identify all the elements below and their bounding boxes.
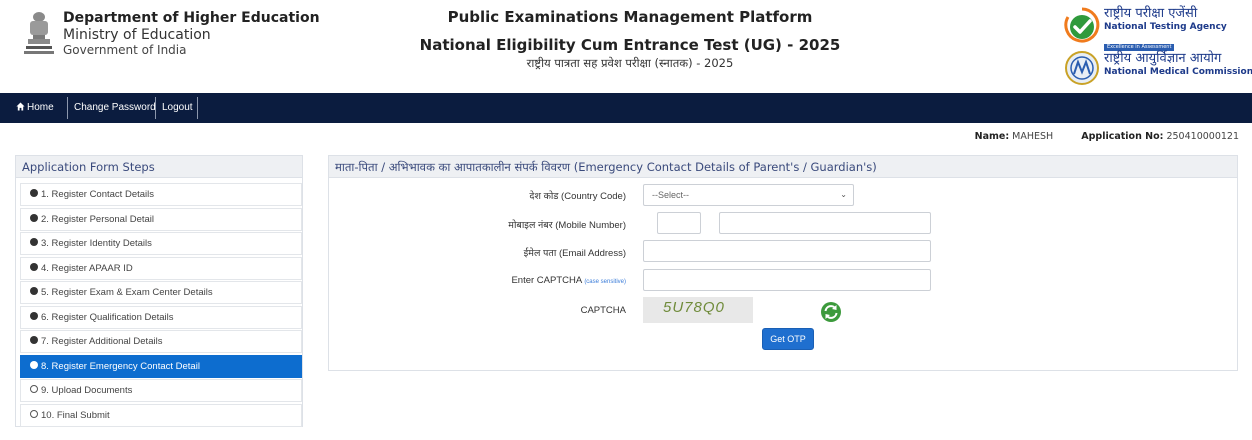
- candidate-name: MAHESH: [1012, 131, 1054, 142]
- application-number: 250410000121: [1166, 131, 1239, 142]
- government-name: Government of India: [63, 43, 187, 57]
- nta-hindi-name: राष्ट्रीय परीक्षा एजेंसी: [1104, 6, 1198, 21]
- nav-logout[interactable]: Logout: [162, 93, 193, 123]
- nta-english-name: National Testing Agency: [1104, 22, 1227, 32]
- check-circle-icon: [30, 360, 38, 369]
- check-circle-icon: [30, 311, 38, 320]
- page-header: Department of Higher Education Ministry …: [0, 0, 1252, 93]
- get-otp-button[interactable]: Get OTP: [762, 328, 814, 350]
- step-item[interactable]: 9. Upload Documents: [20, 379, 302, 402]
- pending-circle-icon: [30, 409, 38, 418]
- refresh-captcha-icon[interactable]: [820, 301, 842, 323]
- step-label: 8. Register Emergency Contact Detail: [41, 360, 200, 372]
- nav-home[interactable]: Home: [16, 93, 54, 123]
- step-label: 6. Register Qualification Details: [41, 311, 174, 323]
- nav-change-password[interactable]: Change Password: [74, 93, 156, 123]
- application-number-label: Application No:: [1081, 131, 1164, 142]
- home-icon: [16, 102, 25, 111]
- check-circle-icon: [30, 213, 38, 222]
- exam-title: National Eligibility Cum Entrance Test (…: [419, 36, 841, 54]
- step-label: 4. Register APAAR ID: [41, 262, 133, 274]
- step-item[interactable]: 2. Register Personal Detail: [20, 207, 302, 231]
- captcha-caption: CAPTCHA: [580, 305, 626, 316]
- name-label: Name:: [974, 131, 1010, 142]
- check-circle-icon: [30, 336, 38, 345]
- nmc-logo: राष्ट्रीय आयुर्विज्ञान आयोग National Med…: [1062, 50, 1252, 86]
- step-label: 2. Register Personal Detail: [41, 213, 154, 225]
- candidate-info: Name: MAHESH Application No: 25041000012…: [975, 131, 1239, 142]
- check-circle-icon: [30, 238, 38, 247]
- step-label: 5. Register Exam & Exam Center Details: [41, 287, 213, 298]
- step-item[interactable]: 3. Register Identity Details: [20, 232, 302, 255]
- captcha-input-label: Enter CAPTCHA (case sensitive): [511, 275, 626, 286]
- national-emblem-icon: [24, 12, 54, 54]
- step-item[interactable]: 10. Final Submit: [20, 403, 302, 427]
- step-label: 9. Upload Documents: [41, 385, 133, 396]
- check-circle-icon: [30, 287, 38, 296]
- nav-divider: [67, 97, 68, 119]
- mobile-number-label: मोबाइल नंबर (Mobile Number): [508, 220, 626, 231]
- nmc-english-name: National Medical Commission: [1104, 67, 1252, 77]
- check-circle-icon: [30, 189, 38, 198]
- step-item[interactable]: 1. Register Contact Details: [20, 183, 302, 206]
- exam-title-hindi: राष्ट्रीय पात्रता सह प्रवेश परीक्षा (स्न…: [526, 56, 734, 70]
- steps-panel-title: Application Form Steps: [16, 156, 302, 178]
- step-label: 10. Final Submit: [41, 409, 110, 421]
- nav-home-label: Home: [27, 102, 54, 113]
- step-item[interactable]: 8. Register Emergency Contact Detail: [20, 354, 302, 378]
- check-circle-icon: [30, 262, 38, 271]
- captcha-image: 5U78Q0: [643, 297, 753, 323]
- mobile-number-input[interactable]: [719, 212, 931, 234]
- country-code-value: --Select--: [652, 190, 690, 200]
- step-label: 1. Register Contact Details: [41, 189, 154, 200]
- form-panel-title: माता-पिता / अभिभावक का आपातकालीन संपर्क …: [329, 156, 1237, 178]
- captcha-input-label-text: Enter CAPTCHA: [511, 275, 582, 286]
- step-item[interactable]: 6. Register Qualification Details: [20, 305, 302, 329]
- nmc-hindi-name: राष्ट्रीय आयुर्विज्ञान आयोग: [1104, 51, 1222, 66]
- exam-title-block: Public Examinations Management Platform …: [360, 7, 900, 71]
- department-block: Department of Higher Education Ministry …: [63, 10, 320, 57]
- application-steps-panel: Application Form Steps 1. Register Conta…: [15, 155, 303, 427]
- top-navbar: Home Change Password Logout: [0, 93, 1252, 123]
- captcha-input[interactable]: [643, 269, 931, 291]
- email-address-input[interactable]: [643, 240, 931, 262]
- country-code-label: देश कोड (Country Code): [529, 191, 626, 202]
- pending-circle-icon: [30, 385, 38, 394]
- platform-title: Public Examinations Management Platform: [447, 8, 813, 26]
- captcha-code: 5U78Q0: [663, 299, 725, 316]
- step-item[interactable]: 5. Register Exam & Exam Center Details: [20, 281, 302, 304]
- mobile-country-prefix-field[interactable]: [657, 212, 701, 234]
- country-code-select[interactable]: --Select-- ⌄: [643, 184, 854, 206]
- nta-check-icon: [1064, 7, 1100, 43]
- step-label: 3. Register Identity Details: [41, 238, 152, 249]
- step-item[interactable]: 7. Register Additional Details: [20, 330, 302, 353]
- step-label: 7. Register Additional Details: [41, 336, 163, 347]
- nmc-emblem-icon: [1065, 51, 1099, 85]
- department-name: Department of Higher Education: [63, 10, 320, 26]
- step-item[interactable]: 4. Register APAAR ID: [20, 256, 302, 280]
- nta-logo: राष्ट्रीय परीक्षा एजेंसी National Testin…: [1062, 5, 1242, 51]
- ministry-name: Ministry of Education: [63, 27, 211, 43]
- nav-divider: [197, 97, 198, 119]
- chevron-down-icon: ⌄: [840, 190, 847, 199]
- email-address-label: ईमेल पता (Email Address): [523, 248, 626, 259]
- nav-divider: [155, 97, 156, 119]
- captcha-case-hint: (case sensitive): [584, 279, 626, 285]
